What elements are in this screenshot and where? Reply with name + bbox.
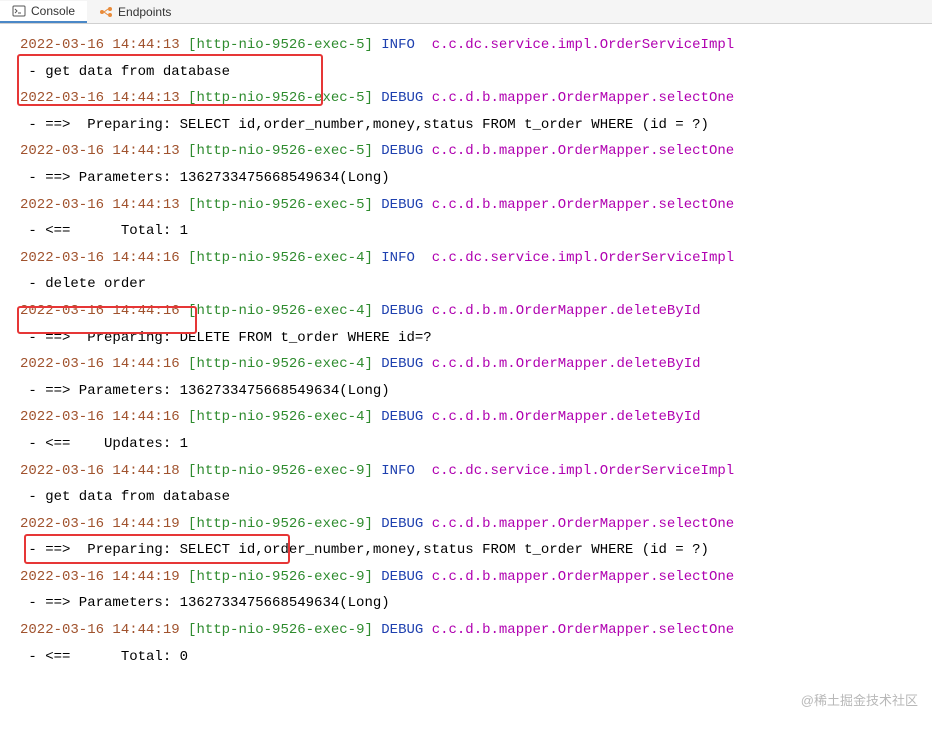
log-level: INFO — [381, 463, 423, 479]
log-logger: c.c.dc.service.impl.OrderServiceImpl — [423, 250, 734, 266]
log-timestamp: 2022-03-16 14:44:16 — [20, 250, 180, 266]
log-message: - ==> Preparing: SELECT id,order_number,… — [20, 117, 709, 133]
log-level: DEBUG — [381, 303, 423, 319]
log-level: INFO — [381, 37, 423, 53]
log-timestamp: 2022-03-16 14:44:18 — [20, 463, 180, 479]
log-timestamp: 2022-03-16 14:44:16 — [20, 409, 180, 425]
log-line: - ==> Preparing: SELECT id,order_number,… — [20, 537, 928, 564]
log-thread: [http-nio-9526-exec-5] — [180, 90, 382, 106]
log-line: - get data from database — [20, 59, 928, 86]
log-level: DEBUG — [381, 409, 423, 425]
log-logger: c.c.dc.service.impl.OrderServiceImpl — [423, 37, 734, 53]
tab-console-label: Console — [31, 4, 75, 18]
log-timestamp: 2022-03-16 14:44:19 — [20, 516, 180, 532]
log-message: - ==> Preparing: DELETE FROM t_order WHE… — [20, 330, 432, 346]
log-line: 2022-03-16 14:44:19 [http-nio-9526-exec-… — [20, 617, 928, 644]
log-line: 2022-03-16 14:44:13 [http-nio-9526-exec-… — [20, 85, 928, 112]
log-level: DEBUG — [381, 197, 423, 213]
log-line: - <== Updates: 1 — [20, 431, 928, 458]
endpoints-icon — [99, 5, 113, 19]
log-message: - ==> Parameters: 1362733475668549634(Lo… — [20, 170, 390, 186]
log-logger: c.c.d.b.mapper.OrderMapper.selectOne — [423, 143, 734, 159]
log-line: 2022-03-16 14:44:16 [http-nio-9526-exec-… — [20, 351, 928, 378]
log-line: - ==> Parameters: 1362733475668549634(Lo… — [20, 590, 928, 617]
log-level: DEBUG — [381, 622, 423, 638]
log-message: - ==> Parameters: 1362733475668549634(Lo… — [20, 595, 390, 611]
log-line: - ==> Parameters: 1362733475668549634(Lo… — [20, 378, 928, 405]
log-level: DEBUG — [381, 569, 423, 585]
log-line: 2022-03-16 14:44:13 [http-nio-9526-exec-… — [20, 138, 928, 165]
log-thread: [http-nio-9526-exec-5] — [180, 37, 382, 53]
log-logger: c.c.d.b.m.OrderMapper.deleteById — [423, 303, 700, 319]
log-message: - <== Total: 0 — [20, 649, 188, 665]
log-line: 2022-03-16 14:44:19 [http-nio-9526-exec-… — [20, 564, 928, 591]
log-line: 2022-03-16 14:44:19 [http-nio-9526-exec-… — [20, 511, 928, 538]
tab-bar: Console Endpoints — [0, 0, 932, 24]
log-line: 2022-03-16 14:44:18 [http-nio-9526-exec-… — [20, 458, 928, 485]
console-icon — [12, 4, 26, 18]
tab-console[interactable]: Console — [0, 1, 87, 23]
log-line: - ==> Parameters: 1362733475668549634(Lo… — [20, 165, 928, 192]
log-line: - ==> Preparing: SELECT id,order_number,… — [20, 112, 928, 139]
log-line: - ==> Preparing: DELETE FROM t_order WHE… — [20, 325, 928, 352]
log-logger: c.c.dc.service.impl.OrderServiceImpl — [423, 463, 734, 479]
log-logger: c.c.d.b.mapper.OrderMapper.selectOne — [423, 622, 734, 638]
log-message: - <== Updates: 1 — [20, 436, 188, 452]
log-logger: c.c.d.b.m.OrderMapper.deleteById — [423, 409, 700, 425]
log-level: DEBUG — [381, 143, 423, 159]
log-timestamp: 2022-03-16 14:44:13 — [20, 90, 180, 106]
log-thread: [http-nio-9526-exec-4] — [180, 356, 382, 372]
log-line: - get data from database — [20, 484, 928, 511]
log-thread: [http-nio-9526-exec-5] — [180, 143, 382, 159]
console-output: 2022-03-16 14:44:13 [http-nio-9526-exec-… — [0, 24, 932, 674]
log-thread: [http-nio-9526-exec-4] — [180, 303, 382, 319]
log-level: DEBUG — [381, 516, 423, 532]
log-timestamp: 2022-03-16 14:44:19 — [20, 622, 180, 638]
log-logger: c.c.d.b.mapper.OrderMapper.selectOne — [423, 516, 734, 532]
log-message: - get data from database — [20, 64, 230, 80]
log-timestamp: 2022-03-16 14:44:13 — [20, 143, 180, 159]
tab-endpoints[interactable]: Endpoints — [87, 2, 183, 22]
log-logger: c.c.d.b.mapper.OrderMapper.selectOne — [423, 569, 734, 585]
log-line: 2022-03-16 14:44:13 [http-nio-9526-exec-… — [20, 192, 928, 219]
log-level: INFO — [381, 250, 423, 266]
log-line: 2022-03-16 14:44:16 [http-nio-9526-exec-… — [20, 298, 928, 325]
log-logger: c.c.d.b.m.OrderMapper.deleteById — [423, 356, 700, 372]
log-message: - get data from database — [20, 489, 230, 505]
log-thread: [http-nio-9526-exec-9] — [180, 622, 382, 638]
log-logger: c.c.d.b.mapper.OrderMapper.selectOne — [423, 197, 734, 213]
log-thread: [http-nio-9526-exec-9] — [180, 569, 382, 585]
log-line: 2022-03-16 14:44:13 [http-nio-9526-exec-… — [20, 32, 928, 59]
log-thread: [http-nio-9526-exec-4] — [180, 250, 382, 266]
log-thread: [http-nio-9526-exec-9] — [180, 516, 382, 532]
log-timestamp: 2022-03-16 14:44:16 — [20, 303, 180, 319]
tab-endpoints-label: Endpoints — [118, 5, 171, 19]
log-message: - delete order — [20, 276, 146, 292]
log-thread: [http-nio-9526-exec-9] — [180, 463, 382, 479]
log-line: - <== Total: 1 — [20, 218, 928, 245]
log-timestamp: 2022-03-16 14:44:19 — [20, 569, 180, 585]
log-timestamp: 2022-03-16 14:44:13 — [20, 37, 180, 53]
log-level: DEBUG — [381, 90, 423, 106]
log-message: - ==> Parameters: 1362733475668549634(Lo… — [20, 383, 390, 399]
log-timestamp: 2022-03-16 14:44:16 — [20, 356, 180, 372]
log-message: - <== Total: 1 — [20, 223, 188, 239]
log-line: 2022-03-16 14:44:16 [http-nio-9526-exec-… — [20, 245, 928, 272]
log-message: - ==> Preparing: SELECT id,order_number,… — [20, 542, 709, 558]
log-thread: [http-nio-9526-exec-4] — [180, 409, 382, 425]
log-timestamp: 2022-03-16 14:44:13 — [20, 197, 180, 213]
log-thread: [http-nio-9526-exec-5] — [180, 197, 382, 213]
log-level: DEBUG — [381, 356, 423, 372]
log-line: - <== Total: 0 — [20, 644, 928, 671]
log-logger: c.c.d.b.mapper.OrderMapper.selectOne — [423, 90, 734, 106]
watermark: @稀土掘金技术社区 — [801, 690, 918, 709]
log-line: - delete order — [20, 271, 928, 298]
log-line: 2022-03-16 14:44:16 [http-nio-9526-exec-… — [20, 404, 928, 431]
